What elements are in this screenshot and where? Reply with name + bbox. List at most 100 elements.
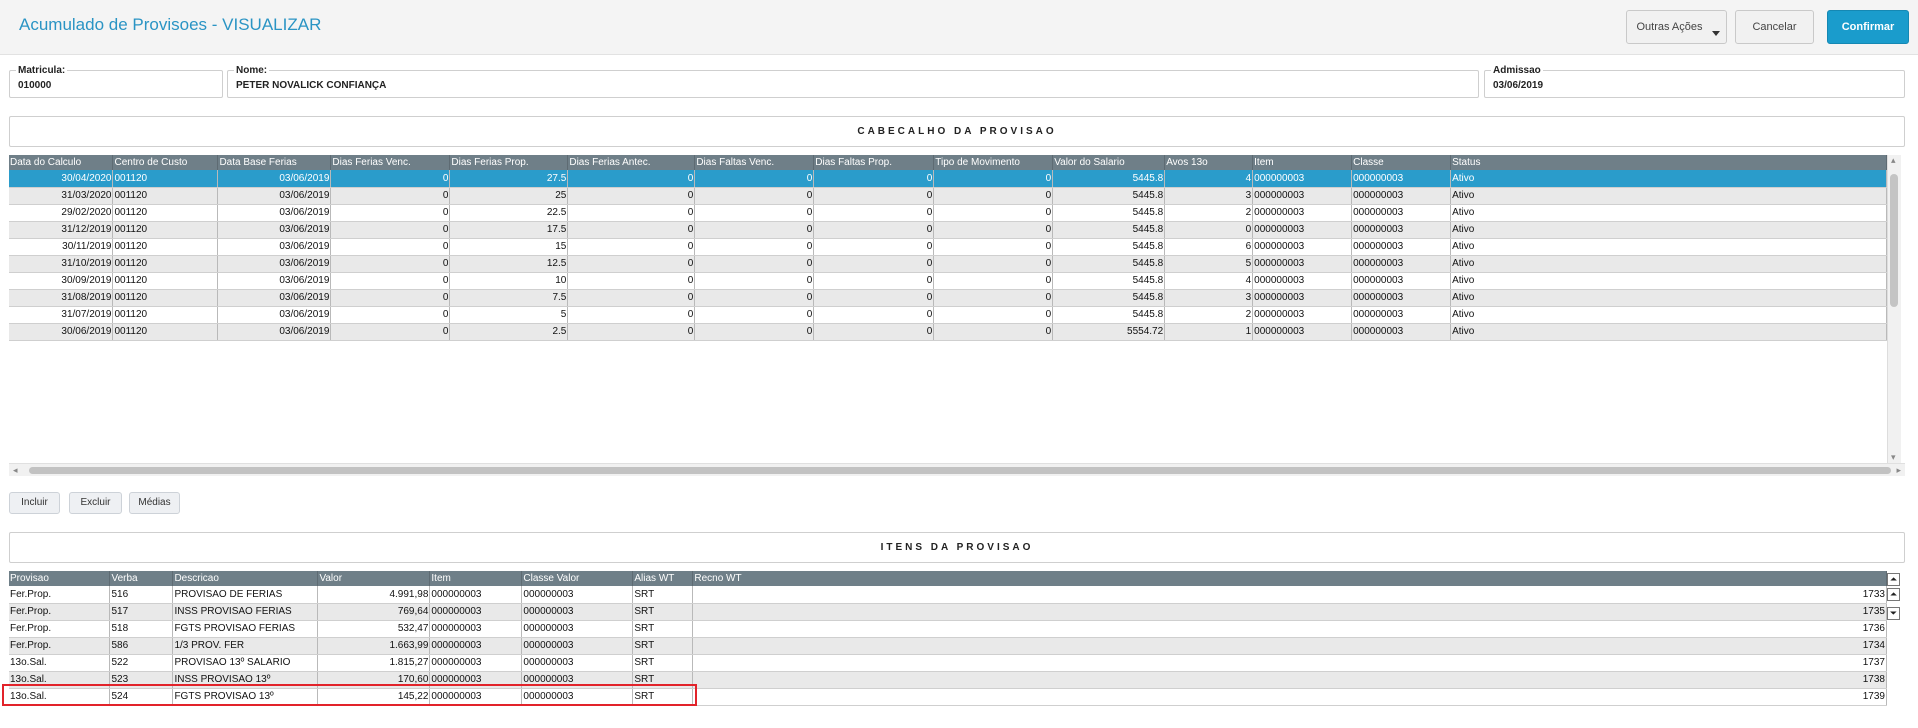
column-header[interactable]: Data Base Ferias [217, 155, 332, 170]
column-header[interactable]: Avos 13o [1164, 155, 1254, 170]
table-cell: 0 [694, 272, 815, 290]
table-cell: 0 [567, 323, 696, 341]
scroll-down-arrow-icon[interactable]: ▾ [1891, 452, 1896, 463]
incluir-button[interactable]: Incluir [9, 492, 60, 514]
column-header[interactable]: Dias Ferias Prop. [449, 155, 569, 170]
column-header[interactable]: Tipo de Movimento [933, 155, 1054, 170]
table-cell: 0 [694, 323, 815, 341]
move-down-icon[interactable]: ⏷ [1887, 607, 1900, 620]
table-cell: 0 [567, 306, 696, 324]
admissao-field[interactable]: Admissao 03/06/2019 [1484, 65, 1905, 98]
column-header[interactable]: Classe [1351, 155, 1452, 170]
table-cell: 0 [567, 170, 696, 188]
table-cell: Ativo [1450, 255, 1887, 273]
column-header[interactable]: Dias Faltas Prop. [813, 155, 935, 170]
table-cell: 000000003 [1252, 289, 1353, 307]
table-row[interactable]: Fer.Prop. 517 INSS PROVISAO FERIAS 769,64 00… [9, 603, 1887, 621]
itens-section-title: ITENS DA PROVISAO [9, 532, 1905, 563]
column-header[interactable]: Dias Ferias Antec. [567, 155, 696, 170]
medias-button[interactable]: Médias [129, 492, 180, 514]
table-cell: 000000003 [1351, 204, 1452, 222]
table-cell: 000000003 [521, 586, 634, 604]
scroll-right-arrow-icon[interactable]: ▸ [1896, 465, 1901, 476]
table-cell: 30/09/2019 [9, 272, 114, 290]
table-cell: 0 [813, 187, 935, 205]
scrollbar-thumb[interactable] [29, 467, 1891, 474]
column-header[interactable]: Dias Ferias Venc. [330, 155, 451, 170]
table-cell: 0 [933, 170, 1054, 188]
table-row[interactable]: 30/06/2019 001120 03/06/2019 0 2.5 0 0 0 0 5554.7… [9, 323, 1887, 341]
table-cell: 0 [330, 306, 451, 324]
cabecalho-grid[interactable]: Data do Calculo Centro de Custo Data Base … [9, 155, 1887, 463]
table-cell: Ativo [1450, 238, 1887, 256]
column-header[interactable]: Classe Valor [521, 571, 634, 586]
table-cell: 0 [694, 289, 815, 307]
table-cell: 0 [330, 204, 451, 222]
column-header[interactable]: Centro de Custo [112, 155, 219, 170]
table-cell: 0 [813, 238, 935, 256]
table-cell: 000000003 [1252, 272, 1353, 290]
move-up-icon[interactable]: ⏶ [1887, 588, 1900, 601]
table-row[interactable]: 31/10/2019 001120 03/06/2019 0 12.5 0 0 0 0 5445.… [9, 255, 1887, 273]
column-header[interactable]: Valor do Salario [1052, 155, 1166, 170]
matricula-field[interactable]: Matricula: 010000 [9, 65, 223, 98]
table-cell: 0 [694, 238, 815, 256]
cabecalho-vertical-scrollbar[interactable]: ▴ ▾ [1887, 155, 1901, 463]
itens-header-row: Provisao Verba Descricao Valor Item Classe Va… [9, 571, 1887, 586]
column-header[interactable]: Item [1252, 155, 1353, 170]
table-row[interactable]: 31/07/2019 001120 03/06/2019 0 5 0 0 0 0 5445.8 2 0… [9, 306, 1887, 324]
table-row[interactable]: Fer.Prop. 518 FGTS PROVISAO FERIAS 532,47 00… [9, 620, 1887, 638]
table-cell: 0 [567, 221, 696, 239]
table-cell: 0 [330, 323, 451, 341]
scrollbar-thumb[interactable] [1890, 174, 1898, 307]
table-cell: 1734 [692, 637, 1887, 655]
move-top-icon[interactable]: ⏶ [1887, 573, 1900, 586]
table-cell: 000000003 [429, 586, 523, 604]
table-row[interactable]: 31/12/2019 001120 03/06/2019 0 17.5 0 0 0 0 5445.… [9, 221, 1887, 239]
table-row[interactable]: Fer.Prop. 516 PROVISAO DE FERIAS 4.991,98 00… [9, 586, 1887, 604]
column-header[interactable]: Verba [109, 571, 174, 586]
nome-field[interactable]: Nome: PETER NOVALICK CONFIANÇA [227, 65, 1479, 98]
table-cell: 000000003 [1351, 306, 1452, 324]
cabecalho-header-row: Data do Calculo Centro de Custo Data Base … [9, 155, 1887, 170]
cabecalho-horizontal-scrollbar[interactable]: ◂ ▸ [9, 463, 1905, 476]
table-row[interactable]: 13o.Sal. 522 PROVISAO 13º SALARIO 1.815,27 0… [9, 654, 1887, 672]
column-header[interactable]: Valor [317, 571, 431, 586]
table-cell: 0 [933, 272, 1054, 290]
table-cell: 0 [933, 255, 1054, 273]
confirm-button[interactable]: Confirmar [1827, 10, 1909, 44]
scroll-up-arrow-icon[interactable]: ▴ [1891, 155, 1896, 166]
outras-acoes-button[interactable]: Outras Ações [1626, 10, 1727, 44]
table-row[interactable]: Fer.Prop. 586 1/3 PROV. FER 1.663,99 0000000… [9, 637, 1887, 655]
column-header[interactable]: Descricao [172, 571, 319, 586]
table-cell: 001120 [112, 255, 219, 273]
table-cell: 6 [1164, 238, 1254, 256]
column-header[interactable]: Status [1450, 155, 1887, 170]
table-cell: 000000003 [429, 637, 523, 655]
column-header[interactable]: Dias Faltas Venc. [694, 155, 815, 170]
column-header[interactable]: Data do Calculo [9, 155, 114, 170]
column-header[interactable]: Alias WT [632, 571, 694, 586]
highlight-box [2, 684, 697, 706]
table-row[interactable]: 31/03/2020 001120 03/06/2019 0 25 0 0 0 0 5445.8 3… [9, 187, 1887, 205]
table-row[interactable]: 30/09/2019 001120 03/06/2019 0 10 0 0 0 0 5445.8 4… [9, 272, 1887, 290]
column-header[interactable]: Recno WT [692, 571, 1887, 586]
table-cell: 0 [694, 221, 815, 239]
admissao-value: 03/06/2019 [1493, 80, 1544, 91]
column-header[interactable]: Provisao [9, 571, 111, 586]
table-cell: 4 [1164, 272, 1254, 290]
column-header[interactable]: Item [429, 571, 523, 586]
table-cell: 03/06/2019 [217, 221, 332, 239]
table-row[interactable]: 29/02/2020 001120 03/06/2019 0 22.5 0 0 0 0 5445.… [9, 204, 1887, 222]
table-cell: 30/04/2020 [9, 170, 114, 188]
table-row[interactable]: 31/08/2019 001120 03/06/2019 0 7.5 0 0 0 0 5445.8… [9, 289, 1887, 307]
excluir-button[interactable]: Excluir [69, 492, 122, 514]
table-row[interactable]: 30/11/2019 001120 03/06/2019 0 15 0 0 0 0 5445.8 6… [9, 238, 1887, 256]
table-cell: 22.5 [449, 204, 569, 222]
table-cell: 000000003 [1252, 221, 1353, 239]
scroll-left-arrow-icon[interactable]: ◂ [13, 465, 18, 476]
cancel-button[interactable]: Cancelar [1735, 10, 1814, 44]
table-cell: 001120 [112, 289, 219, 307]
table-row[interactable]: 30/04/2020 001120 03/06/2019 0 27.5 0 0 0 0 5445.… [9, 170, 1887, 188]
table-cell: 03/06/2019 [217, 238, 332, 256]
